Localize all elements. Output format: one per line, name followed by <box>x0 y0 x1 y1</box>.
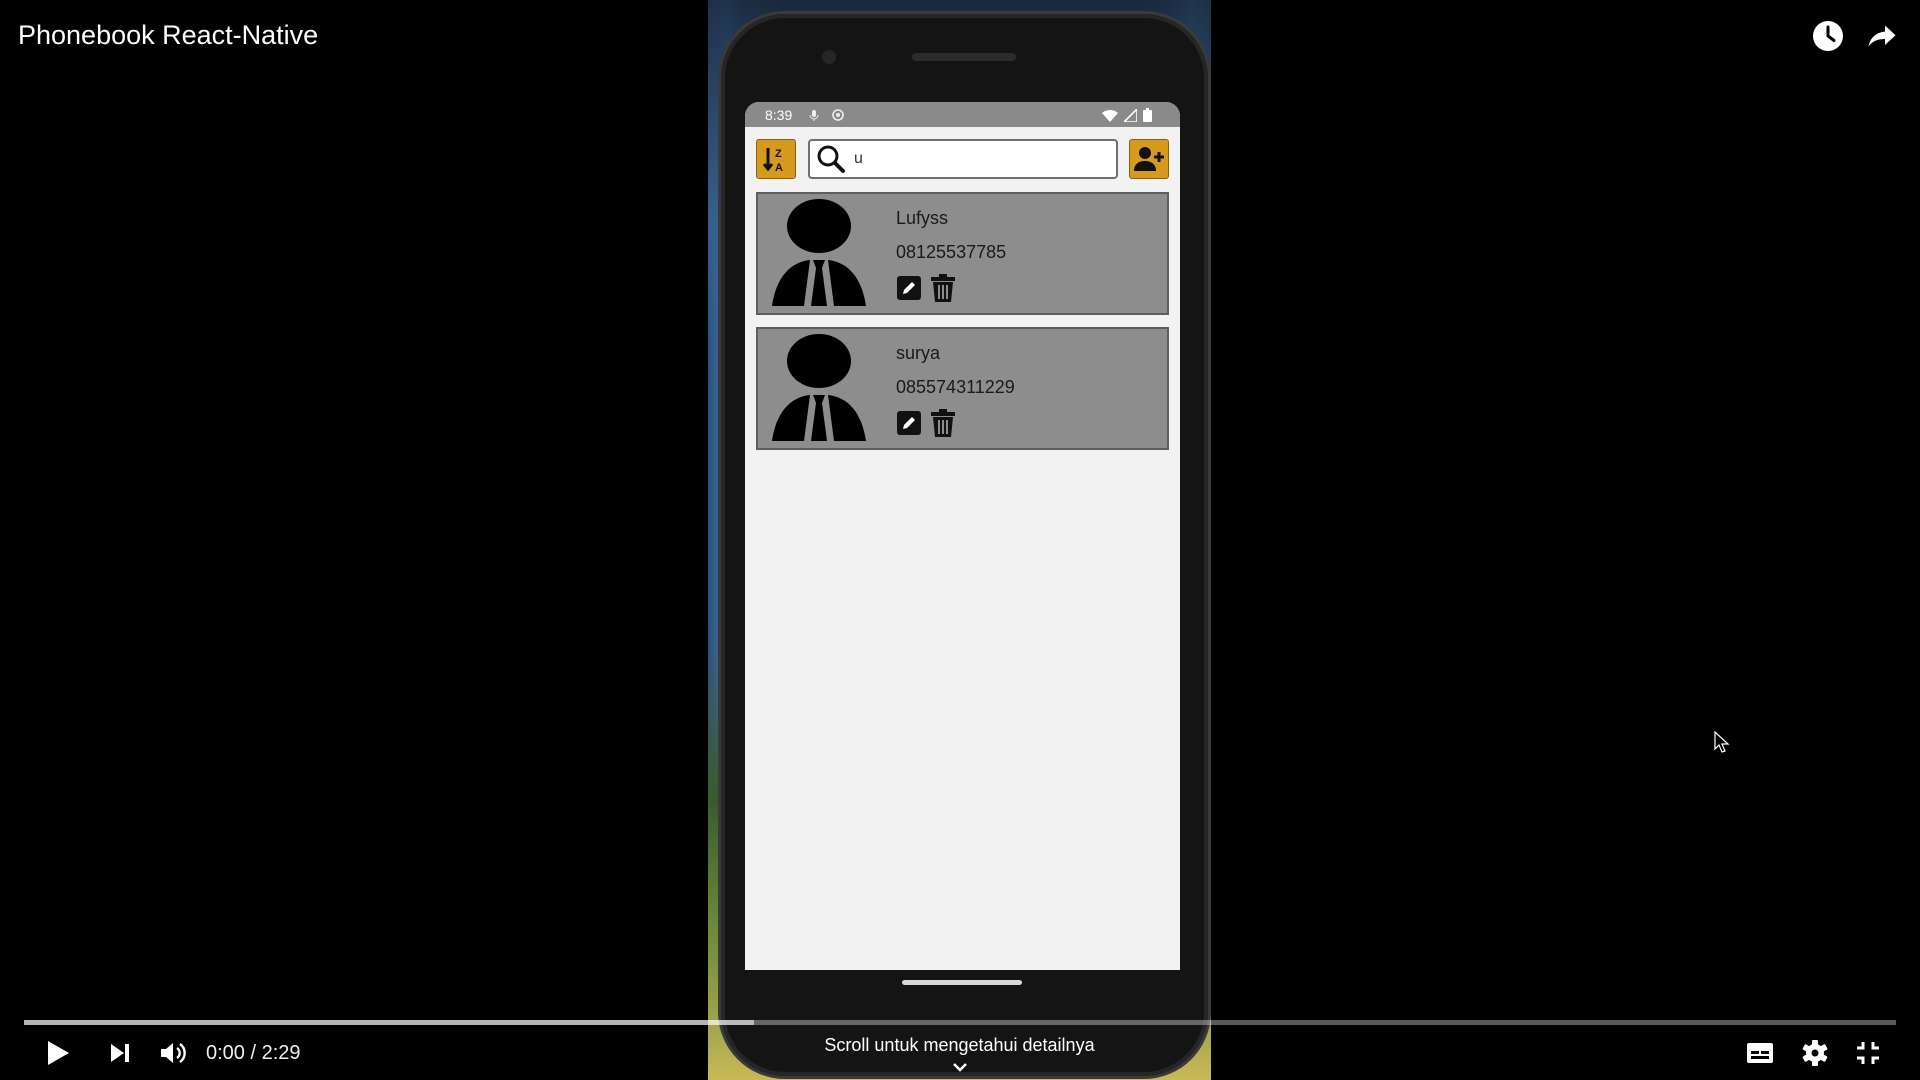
trash-icon <box>931 274 955 302</box>
share-icon[interactable] <box>1864 18 1900 54</box>
contact-name: Lufyss <box>896 208 949 228</box>
signal-icon <box>1124 108 1137 122</box>
mic-icon <box>809 109 819 121</box>
add-user-icon <box>1134 147 1164 171</box>
search-input[interactable] <box>852 149 1096 169</box>
edit-icon <box>897 411 921 435</box>
buffered-bar <box>24 1020 755 1025</box>
time-separator: / <box>250 1042 257 1064</box>
sort-icon: Z A <box>762 148 783 173</box>
search-toolbar: Z A <box>756 139 1169 181</box>
volume-button[interactable] <box>155 1035 191 1071</box>
next-button[interactable] <box>102 1035 138 1071</box>
battery-icon <box>1143 108 1152 122</box>
phone-speaker <box>912 53 1016 61</box>
exit-fullscreen-icon <box>1857 1042 1879 1064</box>
avatar-icon <box>772 334 866 441</box>
chevron-down-icon[interactable] <box>950 1060 970 1074</box>
edit-button[interactable] <box>896 274 922 302</box>
play-button[interactable] <box>40 1035 76 1071</box>
contact-phone: 085574311229 <box>896 377 1015 397</box>
phone-camera <box>822 50 836 64</box>
avatar-icon <box>772 199 866 306</box>
next-icon <box>111 1044 129 1062</box>
sort-button[interactable]: Z A <box>756 139 796 179</box>
settings-button[interactable] <box>1797 1035 1833 1071</box>
mouse-cursor-icon <box>1714 731 1730 753</box>
delete-button[interactable] <box>930 409 956 437</box>
volume-icon <box>161 1043 186 1063</box>
watch-later-icon[interactable] <box>1810 18 1846 54</box>
contact-card[interactable]: surya 085574311229 <box>756 327 1169 450</box>
status-time: 8:39 <box>765 106 793 123</box>
wifi-icon <box>1102 109 1118 122</box>
sync-icon <box>832 108 845 121</box>
status-bar: 8:39 <box>745 102 1180 127</box>
svg-text:A: A <box>775 162 783 173</box>
svg-text:Z: Z <box>775 148 782 160</box>
trash-icon <box>931 409 955 437</box>
subtitles-icon <box>1747 1043 1773 1063</box>
video-title[interactable]: Phonebook React-Native <box>18 20 318 51</box>
delete-button[interactable] <box>930 274 956 302</box>
play-icon <box>48 1041 69 1065</box>
phone-screen: 8:39 Z A u Lufyss 08125537785 surya 0855… <box>745 102 1180 970</box>
settings-icon <box>1802 1040 1828 1066</box>
edit-button[interactable] <box>896 409 922 437</box>
add-contact-button[interactable] <box>1129 139 1169 179</box>
time-total: 2:29 <box>261 1042 301 1064</box>
edit-icon <box>897 276 921 300</box>
exit-fullscreen-button[interactable] <box>1850 1035 1886 1071</box>
home-indicator <box>902 980 1022 985</box>
contact-card[interactable]: Lufyss 08125537785 <box>756 192 1169 315</box>
time-current: 0:00 <box>206 1042 245 1064</box>
time-display: 0:00 / 2:29 <box>206 1042 301 1065</box>
search-icon <box>817 145 845 173</box>
video-caption: Scroll untuk mengetahui detailnya <box>824 1035 1095 1055</box>
contact-phone: 08125537785 <box>896 242 1007 262</box>
search-field[interactable] <box>808 139 1118 179</box>
subtitles-button[interactable] <box>1742 1035 1778 1071</box>
contact-name: surya <box>896 343 941 363</box>
